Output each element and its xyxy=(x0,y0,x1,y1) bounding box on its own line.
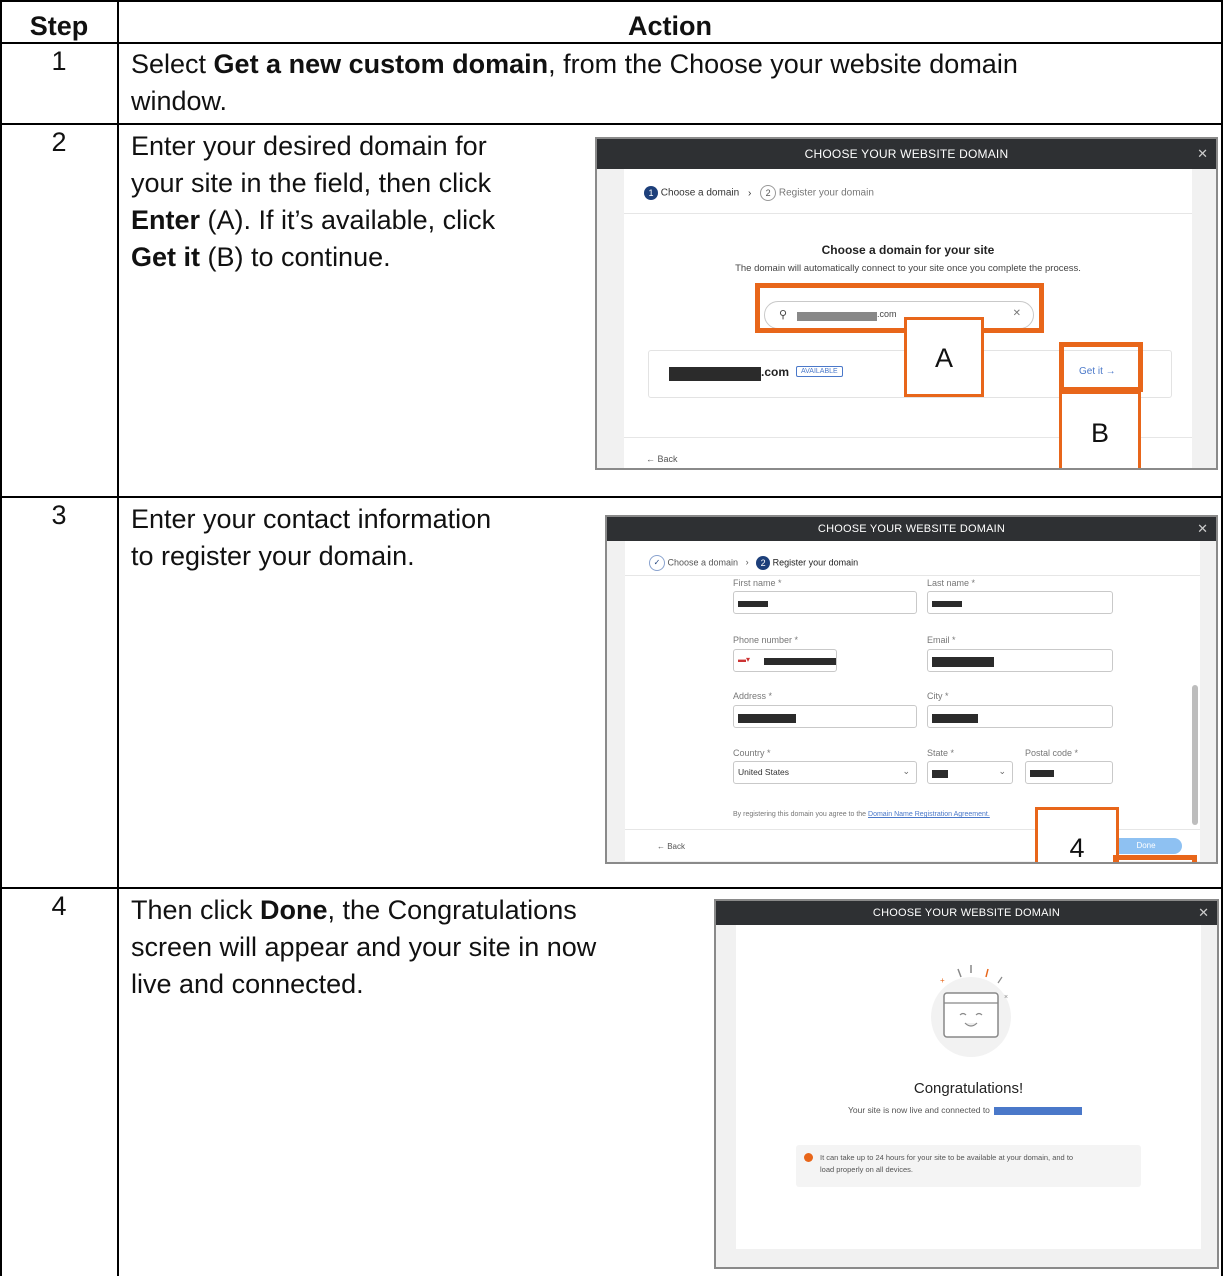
header-step: Step xyxy=(29,11,89,41)
celebration-illustration: + × xyxy=(931,965,1011,1057)
congratulations-heading: Congratulations! xyxy=(913,1080,1024,1097)
chevron-right-icon: › xyxy=(747,187,752,199)
redacted-text xyxy=(669,367,761,381)
table-border-left xyxy=(0,0,2,1276)
header-action: Action xyxy=(628,11,712,41)
svg-text:+: + xyxy=(940,976,945,985)
scrollbar[interactable] xyxy=(1192,581,1198,851)
info-icon xyxy=(804,1153,813,1162)
country-select[interactable]: United States ⌄ xyxy=(733,761,917,784)
back-link[interactable]: ← Back xyxy=(646,454,678,464)
step-number: 3 xyxy=(51,500,67,530)
svg-text:×: × xyxy=(1004,994,1008,1001)
table-divider xyxy=(0,123,1223,125)
address-field[interactable] xyxy=(733,705,917,728)
section-subheading: The domain will automatically connect to… xyxy=(735,263,1081,274)
table-column-divider xyxy=(117,0,119,1276)
step-number: 1 xyxy=(51,46,67,76)
step-number: 4 xyxy=(51,891,67,921)
step-label: Choose a domain xyxy=(667,557,739,568)
email-field[interactable] xyxy=(927,649,1113,672)
highlight-get-it xyxy=(1059,342,1143,392)
chevron-right-icon: › xyxy=(745,557,749,568)
highlight-search-field xyxy=(755,283,1044,333)
dialog-title: CHOOSE YOUR WEBSITE DOMAIN xyxy=(597,139,1216,169)
dialog-title: CHOOSE YOUR WEBSITE DOMAIN xyxy=(607,517,1216,541)
check-icon: ✓ xyxy=(649,555,665,571)
connected-text: Your site is now live and connected to xyxy=(848,1105,1083,1115)
action-text: Select Get a new custom domain, from the… xyxy=(131,49,1018,116)
step-label: Choose a domain xyxy=(660,187,740,199)
table-border-top xyxy=(0,0,1223,2)
agreement-text: By registering this domain you agree to … xyxy=(733,811,990,818)
screenshot-choose-domain: CHOOSE YOUR WEBSITE DOMAIN ✕ 1 Choose a … xyxy=(595,137,1218,470)
stepper: ✓ Choose a domain › 2 Register your doma… xyxy=(649,555,858,571)
chevron-down-icon: ⌄ xyxy=(902,766,910,776)
city-field[interactable] xyxy=(927,705,1113,728)
action-text: Enter your contact information to regist… xyxy=(131,504,492,571)
state-select[interactable]: ⌄ xyxy=(927,761,1013,784)
agreement-link[interactable]: Domain Name Registration Agreement. xyxy=(868,811,990,818)
done-button[interactable]: Done xyxy=(1110,838,1182,854)
step-number: 2 xyxy=(51,127,67,157)
step-label: Register your domain xyxy=(772,557,859,568)
chevron-down-icon: ⌄ xyxy=(998,766,1006,776)
close-icon[interactable]: ✕ xyxy=(1198,901,1209,925)
flag-icon[interactable]: ▬▾ xyxy=(738,655,750,664)
stepper: 1 Choose a domain › 2 Register your doma… xyxy=(644,185,874,201)
action-text: Enter your desired domain for your site … xyxy=(131,131,496,272)
first-name-field[interactable] xyxy=(733,591,917,614)
scrollbar-thumb[interactable] xyxy=(1192,685,1198,825)
redacted-domain xyxy=(994,1106,1083,1115)
callout-b: B xyxy=(1059,391,1141,468)
close-icon[interactable]: ✕ xyxy=(1197,517,1208,541)
step-label: Register your domain xyxy=(778,187,874,199)
postal-code-field[interactable] xyxy=(1025,761,1113,784)
step-indicator-active: 2 xyxy=(756,556,771,570)
available-badge: AVAILABLE xyxy=(796,366,843,377)
table-divider xyxy=(0,496,1223,498)
last-name-field[interactable] xyxy=(927,591,1113,614)
close-icon[interactable]: ✕ xyxy=(1197,139,1208,169)
dialog-title: CHOOSE YOUR WEBSITE DOMAIN xyxy=(716,901,1217,925)
table-divider xyxy=(0,887,1223,889)
section-heading: Choose a domain for your site xyxy=(821,243,995,257)
callout-a: A xyxy=(904,317,984,397)
step-indicator: 2 xyxy=(760,185,777,201)
screenshot-congratulations: CHOOSE YOUR WEBSITE DOMAIN ✕ + × Congrat… xyxy=(714,899,1219,1269)
dialog-body: + × Congratulations! Your site is now li… xyxy=(736,925,1201,1249)
table-divider xyxy=(0,42,1223,44)
phone-field[interactable]: ▬▾ xyxy=(733,649,837,672)
callout-4: 4 xyxy=(1035,807,1119,862)
info-notice: It can take up to 24 hours for your site… xyxy=(796,1145,1141,1187)
back-link[interactable]: ← Back xyxy=(657,842,685,851)
action-text: Then click Done, the Congratulations scr… xyxy=(131,895,597,999)
step-indicator-active: 1 xyxy=(644,186,658,200)
highlight-done xyxy=(1113,855,1197,862)
screenshot-register-domain: CHOOSE YOUR WEBSITE DOMAIN ✕ ✓ Choose a … xyxy=(605,515,1218,864)
